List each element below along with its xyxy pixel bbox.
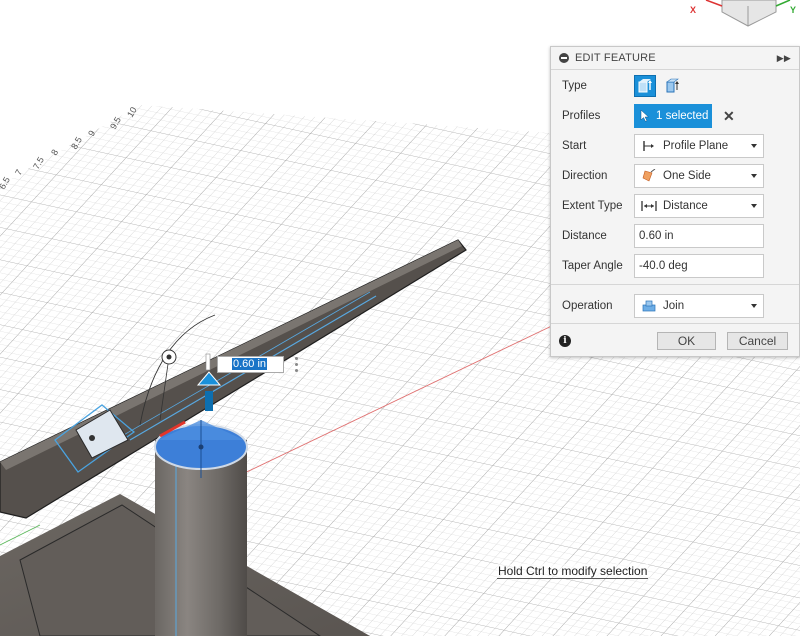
extent-row: Extent Type Distance (551, 192, 799, 220)
operation-label: Operation (562, 300, 613, 312)
thin-type-icon[interactable] (662, 75, 684, 97)
type-row: Type (551, 72, 799, 100)
distance-input[interactable] (634, 224, 764, 248)
view-cube[interactable] (705, 0, 791, 27)
extent-label: Extent Type (562, 200, 623, 212)
operation-row: Operation Join (551, 292, 799, 320)
profile-plane-icon (641, 140, 657, 152)
distance-row: Distance (551, 222, 799, 250)
manipulator-stem (205, 391, 213, 411)
manipulator-tick (205, 353, 211, 371)
edit-feature-panel: EDIT FEATURE ▶▶ Type Profiles 1 selected… (550, 46, 800, 357)
selection-hint: Hold Ctrl to modify selection (497, 564, 649, 579)
direction-label: Direction (562, 170, 608, 182)
cylinder-center-point (198, 444, 204, 450)
profiles-row: Profiles 1 selected ✕ (551, 102, 799, 130)
one-side-icon (641, 169, 657, 183)
direction-value: One Side (663, 170, 711, 182)
chevron-down-icon (751, 304, 757, 308)
profiles-select-button[interactable]: 1 selected (634, 104, 712, 128)
extent-value: Distance (663, 200, 708, 212)
extent-dropdown[interactable]: Distance (634, 194, 764, 218)
profiles-label: Profiles (562, 110, 601, 122)
clear-selection-icon[interactable]: ✕ (723, 108, 735, 125)
panel-title: EDIT FEATURE (575, 52, 656, 64)
ok-button[interactable]: OK (657, 332, 716, 350)
start-row: Start Profile Plane (551, 132, 799, 160)
collapse-icon[interactable] (559, 53, 569, 63)
distance-label: Distance (562, 230, 607, 242)
info-icon[interactable]: i (559, 335, 571, 347)
panel-header: EDIT FEATURE ▶▶ (551, 47, 799, 70)
panel-divider (551, 323, 799, 324)
start-dropdown[interactable]: Profile Plane (634, 134, 764, 158)
join-icon (641, 300, 657, 312)
taper-angle-input[interactable] (634, 254, 764, 278)
type-label: Type (562, 80, 587, 92)
start-label: Start (562, 140, 587, 152)
direction-row: Direction One Side (551, 162, 799, 190)
operation-value: Join (663, 300, 685, 312)
start-value: Profile Plane (663, 140, 729, 152)
distance-manipulator-value: 0.60 in (232, 358, 268, 370)
viewcube-y-axis (775, 0, 791, 7)
viewcube-x-axis (705, 0, 723, 7)
cursor-icon (640, 110, 650, 122)
operation-dropdown[interactable]: Join (634, 294, 764, 318)
panel-divider (551, 284, 799, 285)
expand-icon[interactable]: ▶▶ (777, 53, 791, 64)
distance-manipulator-input[interactable]: 0.60 in (217, 356, 284, 373)
profiles-value: 1 selected (656, 110, 709, 122)
taper-pivot-center (166, 354, 172, 360)
sketch-point (89, 435, 95, 441)
chevron-down-icon (751, 174, 757, 178)
distance-icon (641, 200, 657, 212)
manipulator-menu-icon[interactable] (295, 357, 298, 373)
cancel-button[interactable]: Cancel (727, 332, 788, 350)
direction-dropdown[interactable]: One Side (634, 164, 764, 188)
chevron-down-icon (751, 204, 757, 208)
viewcube-y-label: Y (790, 5, 797, 15)
taper-row: Taper Angle (551, 252, 799, 280)
taper-label: Taper Angle (562, 260, 623, 272)
chevron-down-icon (751, 144, 757, 148)
solid-type-icon[interactable] (634, 75, 656, 97)
viewcube-x-label: X (690, 5, 697, 15)
